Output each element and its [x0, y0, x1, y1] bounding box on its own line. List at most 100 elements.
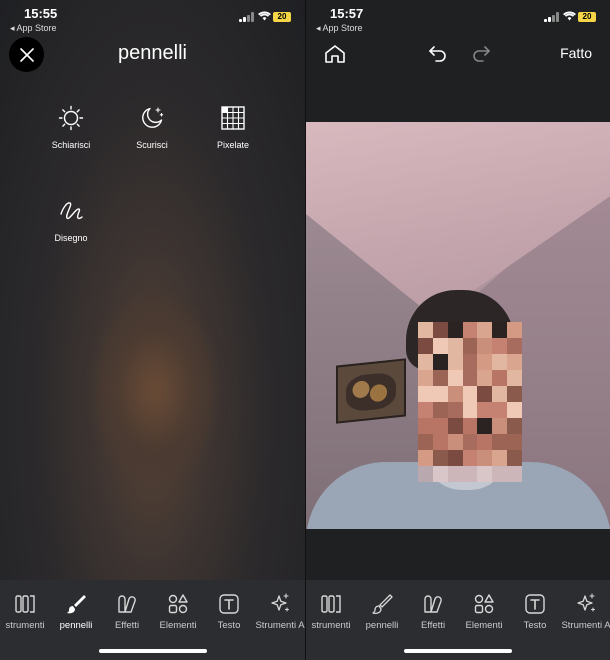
elements-icon: [168, 594, 188, 614]
pixel-block: [507, 338, 522, 354]
pixel-block: [432, 450, 448, 466]
home-indicator[interactable]: [404, 649, 512, 653]
pixel-block: [447, 386, 463, 402]
pixel-block: [477, 450, 493, 466]
pixel-block: [462, 370, 478, 386]
tab-label: pennelli: [59, 620, 93, 631]
tab-strumenti[interactable]: strumenti: [306, 592, 358, 631]
pixel-block: [447, 322, 463, 338]
pixel-block: [462, 386, 478, 402]
sun-icon: [58, 105, 84, 131]
bottom-tab-bar: strumenti pennelli Effetti Elementi Test…: [306, 580, 610, 660]
tab-elementi[interactable]: Elementi: [151, 592, 205, 631]
bottom-tab-bar: strumenti pennelli Effetti Elementi Test…: [0, 580, 305, 660]
wifi-icon: [258, 11, 271, 21]
tab-label: Strumenti A: [255, 620, 305, 631]
pixel-block: [418, 322, 433, 338]
pixel-block: [477, 466, 493, 482]
moon-icon: [142, 107, 164, 128]
redo-icon[interactable]: [471, 45, 491, 63]
pixel-block: [418, 450, 433, 466]
pixel-block: [477, 402, 493, 418]
tab-label: pennelli: [365, 620, 399, 631]
tab-testo[interactable]: Testo: [508, 592, 562, 631]
tab-testo[interactable]: Testo: [202, 592, 256, 631]
pixel-block: [432, 354, 448, 370]
home-icon[interactable]: [324, 44, 346, 64]
pixel-block: [432, 402, 448, 418]
editor-screen: 15:57 ◂ App Store 20 Fatto strumenti pen…: [305, 0, 610, 660]
pixel-block: [432, 434, 448, 450]
text-icon: [525, 594, 545, 614]
tab-elementi[interactable]: Elementi: [457, 592, 511, 631]
photo-canvas[interactable]: [306, 122, 610, 529]
pixel-block: [492, 354, 508, 370]
pixel-block: [447, 450, 463, 466]
pixel-block: [447, 418, 463, 434]
status-bar: 15:57 ◂ App Store 20: [306, 0, 610, 36]
tool-pixelate[interactable]: Pixelate: [193, 103, 273, 150]
pixel-block: [432, 466, 448, 482]
tool-brighten[interactable]: Schiarisci: [31, 103, 111, 150]
tool-darken[interactable]: Scurisci: [112, 103, 192, 150]
pixel-block: [462, 450, 478, 466]
pixelated-face: [418, 322, 522, 482]
pixel-block: [492, 370, 508, 386]
done-button[interactable]: Fatto: [560, 45, 592, 61]
undo-icon[interactable]: [428, 45, 448, 63]
pixel-block: [507, 370, 522, 386]
tab-strumenti-ai[interactable]: Strumenti A: [559, 592, 610, 631]
pixel-block: [418, 434, 433, 450]
back-to-app-store-link[interactable]: ◂ App Store: [316, 23, 363, 34]
pixel-block: [492, 386, 508, 402]
pixel-block: [492, 418, 508, 434]
tab-label: strumenti: [311, 620, 351, 631]
tab-strumenti-ai[interactable]: Strumenti A: [253, 592, 305, 631]
tab-effetti[interactable]: Effetti: [100, 592, 154, 631]
back-to-app-store-link[interactable]: ◂ App Store: [10, 23, 57, 34]
pixel-block: [432, 338, 448, 354]
pixel-block: [492, 338, 508, 354]
pixel-block: [447, 466, 463, 482]
effects-icon: [424, 595, 442, 613]
signal-icon: [544, 12, 560, 22]
tab-label: Testo: [523, 620, 547, 631]
pixel-block: [432, 418, 448, 434]
pixel-block: [507, 386, 522, 402]
status-time: 15:55: [24, 6, 58, 21]
tab-pennelli[interactable]: pennelli: [355, 592, 409, 631]
tab-strumenti[interactable]: strumenti: [0, 592, 52, 631]
brush-icon: [67, 595, 86, 614]
pixel-block: [462, 338, 478, 354]
pixel-block: [447, 402, 463, 418]
signal-icon: [239, 12, 255, 22]
status-time: 15:57: [330, 6, 364, 21]
tab-label: Testo: [217, 620, 241, 631]
tab-pennelli[interactable]: pennelli: [49, 592, 103, 631]
pixel-block: [462, 434, 478, 450]
pixel-block: [447, 338, 463, 354]
home-indicator[interactable]: [98, 649, 207, 653]
scribble-icon: [60, 202, 83, 220]
pixel-block: [447, 354, 463, 370]
pixel-block: [507, 354, 522, 370]
battery-icon: 20: [273, 12, 291, 22]
sparkle-icon: [271, 593, 290, 612]
tool-label: Schiarisci: [51, 140, 91, 150]
tool-label: Disegno: [54, 233, 88, 243]
tab-effetti[interactable]: Effetti: [406, 592, 460, 631]
pixel-block: [477, 354, 493, 370]
status-bar: 15:55 ◂ App Store 20: [0, 0, 305, 36]
tab-label: Effetti: [114, 620, 140, 631]
pixel-block: [462, 402, 478, 418]
tab-label: Elementi: [465, 620, 503, 631]
pixel-block: [492, 450, 508, 466]
pixel-block: [492, 466, 508, 482]
tool-draw[interactable]: Disegno: [31, 196, 111, 243]
page-title: pennelli: [118, 42, 187, 64]
tool-label: Scurisci: [136, 140, 168, 150]
tab-label: strumenti: [5, 620, 45, 631]
pixel-block: [477, 338, 493, 354]
pixel-block: [492, 402, 508, 418]
pixel-block: [507, 418, 522, 434]
